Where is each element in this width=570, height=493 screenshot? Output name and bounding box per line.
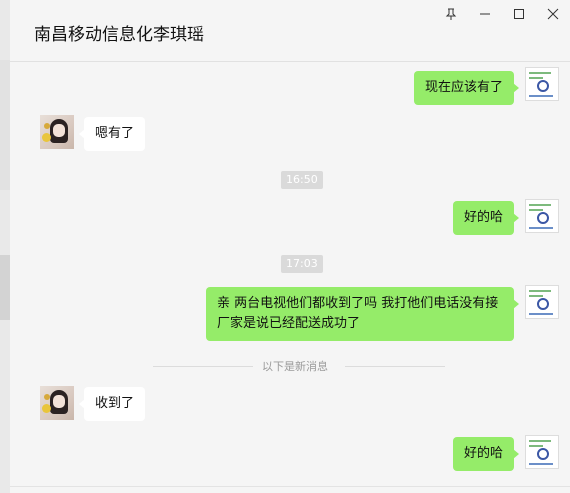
- left-panel-segment: [0, 60, 10, 190]
- my-avatar[interactable]: [525, 435, 559, 469]
- new-messages-divider-line-left: [153, 366, 253, 367]
- window-controls: [434, 0, 570, 28]
- close-icon[interactable]: [536, 0, 570, 28]
- message-bubble-mine[interactable]: 现在应该有了: [413, 71, 520, 105]
- maximize-icon[interactable]: [502, 0, 536, 28]
- my-avatar[interactable]: [525, 285, 559, 319]
- new-messages-divider-line-right: [345, 366, 445, 367]
- minimize-icon[interactable]: [468, 0, 502, 28]
- message-bubble-other[interactable]: 收到了: [78, 387, 146, 421]
- scrollbar-thumb[interactable]: [0, 255, 10, 320]
- contact-avatar[interactable]: [40, 386, 74, 420]
- my-avatar[interactable]: [525, 67, 559, 101]
- message-bubble-mine[interactable]: 好的哈: [452, 437, 520, 471]
- message-bubble-mine[interactable]: 亲 两台电视他们都收到了吗 我打他们电话没有接 厂家是说已经配送成功了: [206, 287, 519, 341]
- message-bubble-other[interactable]: 嗯有了: [78, 117, 146, 151]
- my-avatar[interactable]: [525, 199, 559, 233]
- chat-title: 南昌移动信息化李琪瑶: [34, 25, 204, 45]
- pin-icon[interactable]: [434, 0, 468, 28]
- input-area-border: [10, 486, 570, 487]
- contact-avatar[interactable]: [40, 115, 74, 149]
- left-panel-edge: [0, 0, 10, 493]
- timestamp: 16:50: [281, 171, 323, 189]
- new-messages-divider-label: 以下是新消息: [262, 360, 328, 373]
- timestamp: 17:03: [281, 255, 323, 273]
- message-bubble-mine[interactable]: 好的哈: [452, 201, 520, 235]
